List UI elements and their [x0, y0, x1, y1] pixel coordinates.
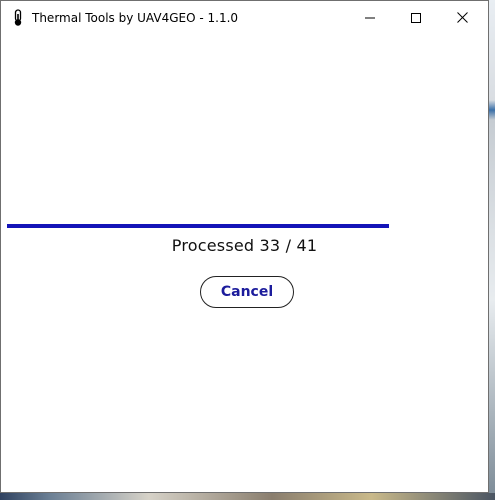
maximize-button[interactable] [393, 1, 439, 33]
cancel-button[interactable]: Cancel [200, 276, 294, 308]
content-area: Processed 33 / 41 Cancel [1, 34, 488, 492]
minimize-icon [365, 8, 375, 27]
progress-bar-fill [7, 224, 390, 228]
app-window: Thermal Tools by UAV4GEO - 1.1.0 Process… [0, 0, 489, 493]
close-icon [456, 8, 468, 27]
minimize-button[interactable] [347, 1, 393, 33]
close-button[interactable] [439, 1, 485, 33]
progress-status-text: Processed 33 / 41 [171, 236, 318, 255]
progress-bar [7, 224, 482, 228]
desktop-background-right [489, 0, 495, 500]
title-bar[interactable]: Thermal Tools by UAV4GEO - 1.1.0 [1, 1, 488, 34]
maximize-icon [411, 8, 421, 27]
desktop-background-bottom [0, 493, 495, 500]
window-title: Thermal Tools by UAV4GEO - 1.1.0 [32, 11, 239, 25]
thermometer-icon [11, 9, 25, 27]
